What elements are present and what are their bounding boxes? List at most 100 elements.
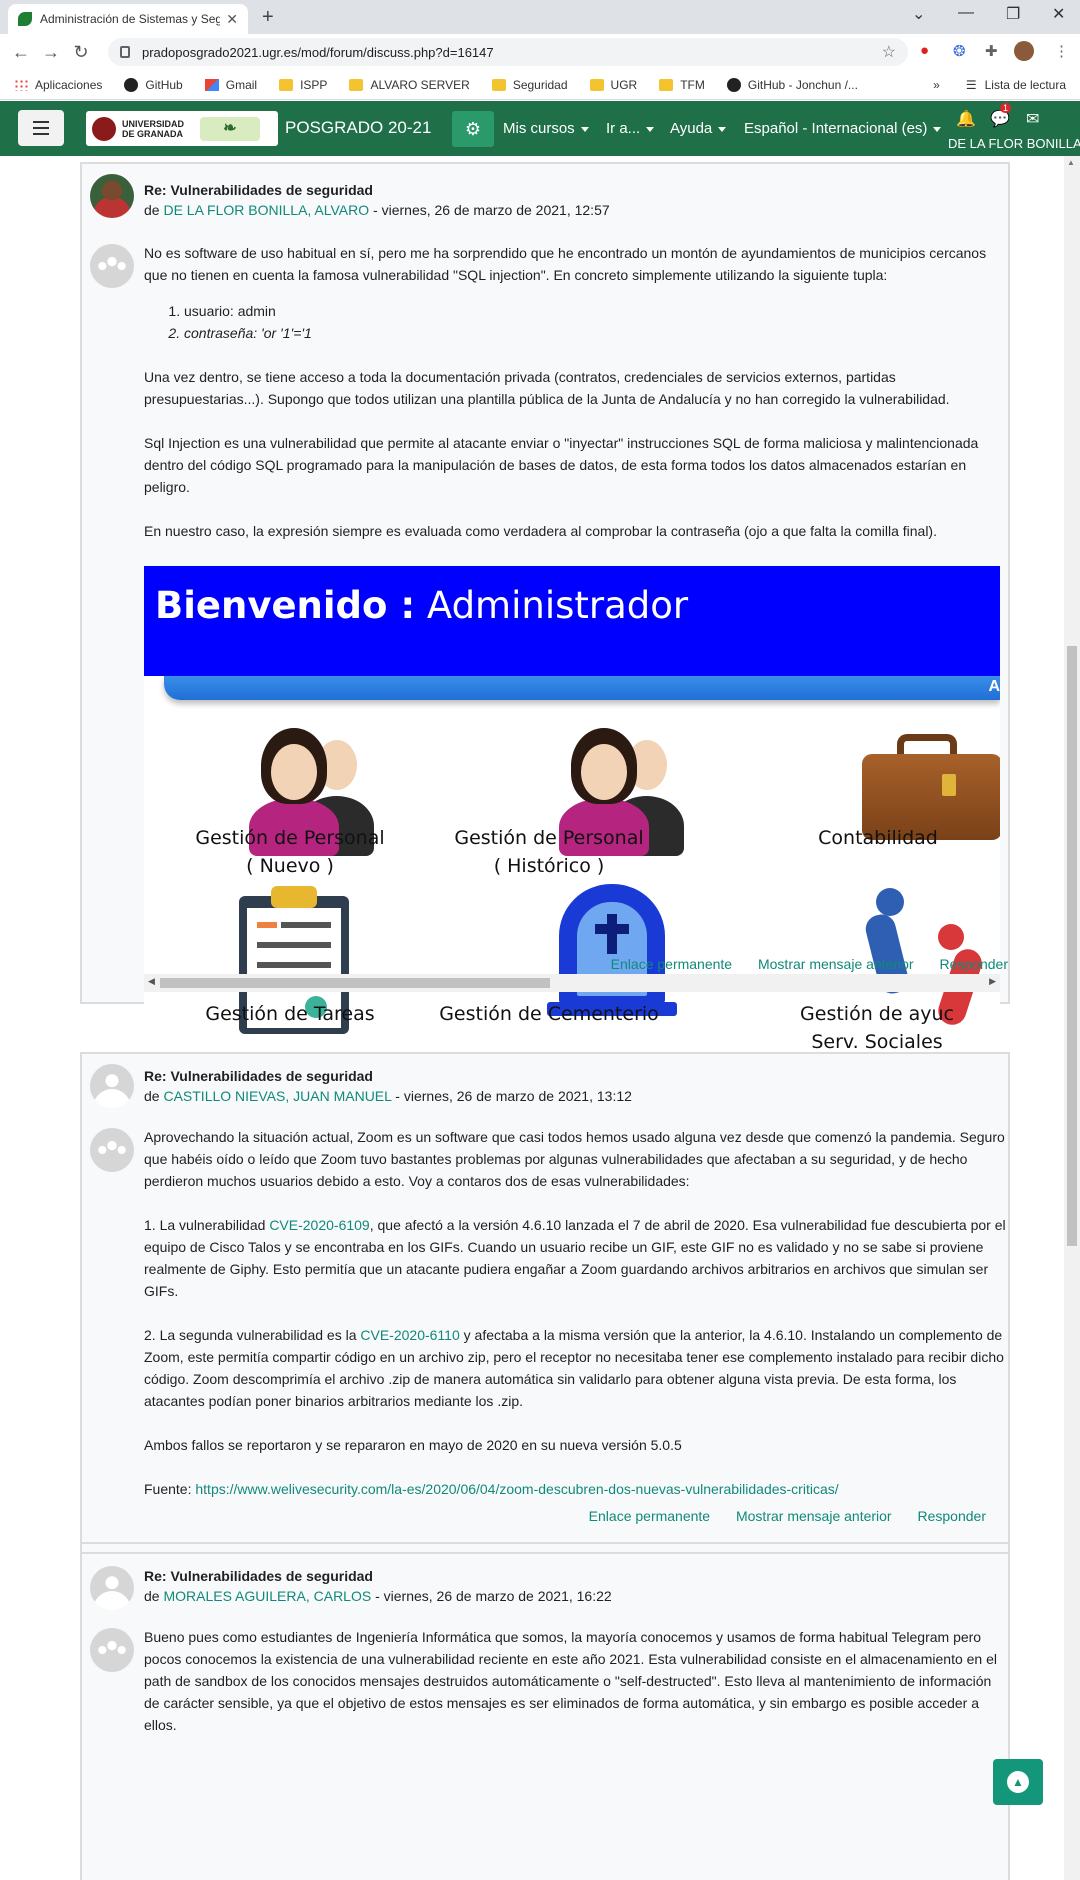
reading-list-label[interactable]: Lista de lectura [985, 78, 1066, 92]
restore-icon[interactable]: ❐ [1006, 4, 1020, 24]
scrollbar-thumb[interactable] [1067, 646, 1077, 1246]
user-menu[interactable]: DE LA FLOR BONILLA, ALVARO [948, 136, 1080, 151]
list-item: usuario: admin [184, 300, 1006, 322]
puzzle-extensions-icon[interactable]: ✚ [985, 42, 998, 60]
author-link[interactable]: DE LA FLOR BONILLA, ALVARO [163, 202, 369, 218]
apps-grid-icon [14, 78, 28, 91]
avatar[interactable] [90, 1064, 134, 1108]
folder-icon [279, 78, 294, 91]
bookmark-seguridad[interactable]: Seguridad [491, 78, 568, 92]
menu-ir-a[interactable]: Ir a... [606, 120, 654, 137]
tile-personal-historico[interactable]: Gestión de Personal ( Histórico ) [429, 824, 669, 880]
gmail-icon [204, 78, 219, 91]
tile-personal-nuevo[interactable]: Gestión de Personal ( Nuevo ) [170, 824, 410, 880]
tile-cementerio[interactable]: Gestión de Cementerio [429, 1000, 669, 1028]
post-paragraph: Una vez dentro, se tiene acceso a toda l… [144, 369, 950, 407]
cogs-icon[interactable]: ⚙ [452, 111, 494, 147]
forum-post: Re: Vulnerabilidades de seguridad de DE … [80, 162, 1010, 1142]
show-parent-link[interactable]: Mostrar mensaje anterior [758, 956, 914, 972]
author-link[interactable]: CASTILLO NIEVAS, JUAN MANUEL [163, 1088, 391, 1104]
post-body: Bueno pues como estudiantes de Ingenierí… [144, 1626, 1006, 1736]
tile-servicios-sociales[interactable]: Gestión de ayuc Serv. Sociales [732, 1000, 1000, 1056]
site-name[interactable]: POSGRADO 20-21 [285, 118, 431, 138]
post-paragraph: Sql Injection es una vulnerabilidad que … [144, 435, 979, 495]
university-logo[interactable]: UNIVERSIDAD DE GRANADA ❧ [86, 111, 278, 146]
bookmark-star-icon[interactable]: ☆ [882, 42, 896, 62]
new-tab-button[interactable]: + [262, 6, 274, 29]
back-icon[interactable]: ← [6, 42, 36, 63]
post-paragraph: Fuente: https://www.welivesecurity.com/l… [144, 1481, 839, 1497]
browser-menu-icon[interactable]: ⋮ [1054, 42, 1069, 60]
reload-icon[interactable]: ↻ [66, 42, 96, 63]
tile-contabilidad[interactable]: Contabilidad [758, 824, 998, 852]
post-paragraph: Aprovechando la situación actual, Zoom e… [144, 1129, 1005, 1189]
reply-link[interactable]: Responder [918, 1508, 987, 1524]
cve-6109-link[interactable]: CVE-2020-6109 [269, 1217, 369, 1233]
scroll-right-icon[interactable]: ▶ [989, 976, 996, 987]
source-link[interactable]: https://www.welivesecurity.com/la-es/202… [195, 1481, 838, 1497]
scroll-up-icon[interactable]: ▲ [1067, 158, 1075, 167]
university-seal-icon [92, 116, 116, 141]
hamburger-menu-button[interactable] [18, 110, 64, 146]
reading-list-icon[interactable]: ☰ [966, 78, 977, 92]
profile-avatar[interactable] [1014, 41, 1034, 61]
post-paragraph: En nuestro caso, la expresión siempre es… [144, 523, 937, 539]
extension-icon[interactable]: ❂ [953, 42, 966, 60]
avatar[interactable] [90, 1566, 134, 1610]
bookmark-apps[interactable]: Aplicaciones [14, 78, 102, 92]
scrollbar-thumb[interactable] [160, 978, 550, 988]
post-paragraph: Ambos fallos se reportaron y se repararo… [144, 1437, 682, 1453]
arrow-up-icon: ▲ [1007, 1771, 1029, 1793]
browser-toolbar: ← → ↻ pradoposgrado2021.ugr.es/mod/forum… [0, 34, 1080, 70]
close-window-icon[interactable]: ✕ [1052, 4, 1065, 24]
post-byline: de DE LA FLOR BONILLA, ALVARO - viernes,… [144, 202, 610, 218]
post-subject: Re: Vulnerabilidades de seguridad [144, 1068, 373, 1084]
bookmark-gmail[interactable]: Gmail [204, 78, 257, 92]
more-bookmarks-button[interactable]: » [933, 78, 940, 92]
post-byline: de CASTILLO NIEVAS, JUAN MANUEL - vierne… [144, 1088, 632, 1104]
bookmark-ugr[interactable]: UGR [589, 78, 637, 92]
post-subject: Re: Vulnerabilidades de seguridad [144, 182, 373, 198]
bookmark-github[interactable]: GitHub [124, 77, 183, 92]
close-tab-icon[interactable]: ✕ [226, 11, 238, 28]
site-navbar: UNIVERSIDAD DE GRANADA ❧ POSGRADO 20-21 … [0, 101, 1080, 156]
github-icon [124, 77, 139, 92]
post-subject: Re: Vulnerabilidades de seguridad [144, 1568, 373, 1584]
author-link[interactable]: MORALES AGUILERA, CARLOS [163, 1588, 371, 1604]
horizontal-scrollbar[interactable]: ◀ ▶ [144, 974, 1000, 992]
folder-icon [349, 78, 364, 91]
forward-icon[interactable]: → [36, 42, 66, 63]
opera-extension-icon[interactable]: ● [920, 42, 929, 59]
post-body: Aprovechando la situación actual, Zoom e… [144, 1126, 1006, 1500]
permalink-link[interactable]: Enlace permanente [589, 1508, 710, 1524]
url-text: pradoposgrado2021.ugr.es/mod/forum/discu… [142, 44, 494, 60]
group-icon [90, 1128, 134, 1172]
menu-mis-cursos[interactable]: Mis cursos [503, 120, 589, 137]
permalink-link[interactable]: Enlace permanente [611, 956, 732, 972]
bookmark-tfm[interactable]: TFM [659, 78, 705, 92]
browser-tab[interactable]: Administración de Sistemas y Seg ✕ [8, 4, 248, 34]
folder-icon [491, 78, 506, 91]
blue-menu-bar: A [164, 676, 1000, 700]
minimize-icon[interactable]: — [958, 4, 974, 22]
tab-search-icon[interactable]: ⌄ [912, 4, 925, 24]
group-icon [90, 244, 134, 288]
bookmark-github-jonchun[interactable]: GitHub - Jonchun /... [726, 77, 858, 92]
vertical-scrollbar[interactable]: ▲ [1064, 156, 1080, 1880]
bell-icon[interactable]: 🔔 [956, 109, 976, 129]
bookmark-ispp[interactable]: ISPP [279, 78, 327, 92]
menu-ayuda[interactable]: Ayuda [670, 120, 726, 137]
back-to-top-button[interactable]: ▲ [993, 1759, 1043, 1805]
tile-tareas[interactable]: Gestión de Tareas [170, 1000, 410, 1028]
reply-link[interactable]: Responder [940, 956, 1009, 972]
scroll-left-icon[interactable]: ◀ [148, 976, 155, 987]
lock-icon [120, 46, 130, 58]
address-bar[interactable]: pradoposgrado2021.ugr.es/mod/forum/discu… [108, 38, 908, 66]
cve-6110-link[interactable]: CVE-2020-6110 [360, 1327, 459, 1343]
bookmark-alvaro-server[interactable]: ALVARO SERVER [349, 78, 470, 92]
forum-post-3: Re: Vulnerabilidades de seguridad de MOR… [80, 1552, 1010, 1880]
envelope-icon[interactable]: ✉ [1026, 109, 1039, 129]
menu-language[interactable]: Español - Internacional (es) [744, 120, 941, 137]
avatar[interactable] [90, 174, 134, 218]
show-parent-link[interactable]: Mostrar mensaje anterior [736, 1508, 892, 1524]
